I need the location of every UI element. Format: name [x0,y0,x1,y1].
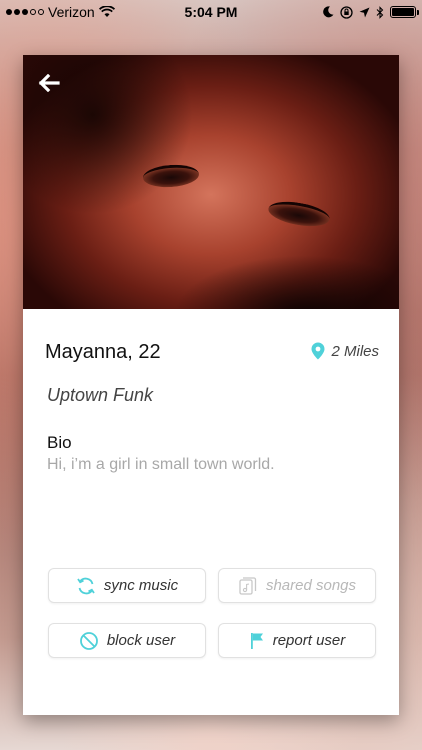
distance-label: 2 Miles [311,342,379,360]
bio-heading: Bio [47,433,72,452]
block-icon [79,631,98,650]
carrier-group: Verizon [6,4,115,20]
moon-icon [323,6,334,18]
report-user-button[interactable]: report user [218,623,376,658]
shared-songs-label: shared songs [265,577,357,594]
profile-song: Uptown Funk [47,385,154,405]
bluetooth-icon [376,5,384,19]
battery-icon [390,6,419,18]
location-arrow-icon [359,7,370,17]
rotation-lock-icon [340,5,353,19]
distance-text: 2 Miles [331,342,379,360]
carrier-label: Verizon [48,4,95,20]
shared-songs-button[interactable]: shared songs [218,568,376,603]
flag-icon [250,632,263,649]
bio-text: Hi, i’m a girl in small town world. [47,456,275,473]
profile-photo [23,55,399,309]
block-user-label: block user [106,632,176,649]
profile-name: Mayanna, 22 [45,341,161,363]
wifi-icon [98,6,115,17]
shared-songs-icon [239,576,257,595]
sync-music-button[interactable]: sync music [48,568,206,603]
sync-music-label: sync music [103,577,179,594]
report-user-label: report user [272,632,346,649]
block-user-button[interactable]: block user [48,623,206,658]
back-button[interactable] [35,69,63,97]
status-icons [323,5,419,19]
profile-card: Mayanna, 22 2 Miles Uptown Funk Bio Hi, … [23,55,399,715]
location-pin-icon [311,342,325,360]
signal-icon [6,9,44,15]
back-arrow-icon [38,74,60,92]
sync-icon [77,577,95,594]
status-bar: Verizon 5:04 PM [0,0,422,24]
